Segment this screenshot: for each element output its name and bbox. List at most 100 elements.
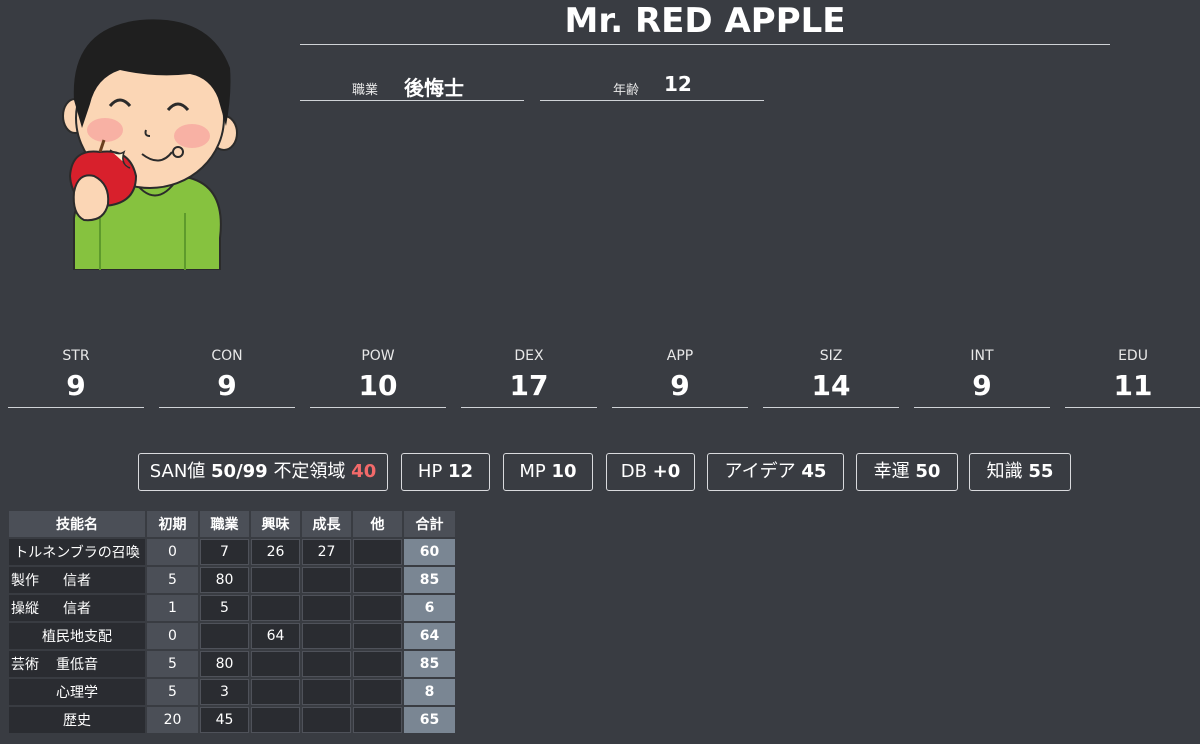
skill-growth-input[interactable] [302,567,351,593]
knowledge-pill[interactable]: 知識 55 [969,453,1071,491]
skill-row: 心理学 5 3 8 [9,679,455,705]
skill-job-input[interactable]: 5 [200,595,249,621]
skill-name: 歴史 [63,713,91,729]
skill-row: 植民地支配 0 64 64 [9,623,455,649]
skill-init: 20 [147,707,198,733]
header-init: 初期 [147,511,198,537]
skill-total: 8 [404,679,455,705]
skill-row: 操縦 信者 1 5 6 [9,595,455,621]
character-portrait [60,8,250,271]
skill-total: 6 [404,595,455,621]
mp-pill[interactable]: MP 10 [503,453,593,491]
skill-other-input[interactable] [353,707,402,733]
hp-pill[interactable]: HP 12 [401,453,490,491]
skill-name-cell: 製作 信者 [9,567,145,593]
skill-other-input[interactable] [353,539,402,565]
stat-con[interactable]: CON 9 [159,344,295,408]
skill-row: 歴史 20 45 65 [9,707,455,733]
header-total: 合計 [404,511,455,537]
indef-label: 不定領域 [273,461,346,482]
age-field[interactable]: 年齢 12 [540,70,764,101]
skills-header-row: 技能名 初期 職業 興味 成長 他 合計 [9,511,455,537]
skill-interest-input[interactable] [251,679,300,705]
stat-label: INT [970,348,994,364]
skill-init: 5 [147,567,198,593]
header-growth: 成長 [302,511,351,537]
skill-other-input[interactable] [353,595,402,621]
luck-pill[interactable]: 幸運 50 [856,453,958,491]
skill-category: 芸術 [11,657,39,673]
stat-edu[interactable]: EDU 11 [1065,344,1200,408]
skill-row: トルネンブラの召喚 0 7 26 27 60 [9,539,455,565]
skill-category: 製作 [11,573,39,589]
skill-interest-input[interactable] [251,595,300,621]
knowledge-label: 知識 [986,461,1023,482]
db-pill[interactable]: DB +0 [606,453,695,491]
skill-other-input[interactable] [353,567,402,593]
skill-other-input[interactable] [353,651,402,677]
skill-total: 60 [404,539,455,565]
stat-int[interactable]: INT 9 [914,344,1050,408]
skill-init: 0 [147,623,198,649]
skill-name-cell: 歴史 [9,707,145,733]
skill-job-input[interactable]: 80 [200,651,249,677]
skill-row: 製作 信者 5 80 85 [9,567,455,593]
hp-label: HP [417,461,443,482]
idea-pill[interactable]: アイデア 45 [707,453,844,491]
skill-interest-input[interactable]: 64 [251,623,300,649]
skill-name-cell: 植民地支配 [9,623,145,649]
skill-other-input[interactable] [353,679,402,705]
skill-init: 5 [147,679,198,705]
skill-interest-input[interactable] [251,707,300,733]
skill-growth-input[interactable] [302,595,351,621]
skill-job-input[interactable]: 45 [200,707,249,733]
db-label: DB [620,461,647,482]
stat-value: 9 [217,369,237,402]
occupation-field[interactable]: 職業 後悔士 [300,70,524,101]
skill-name-cell: 心理学 [9,679,145,705]
skill-init: 0 [147,539,198,565]
skill-job-input[interactable] [200,623,249,649]
skill-growth-input[interactable]: 27 [302,539,351,565]
header-other: 他 [353,511,402,537]
mp-value: 10 [551,461,577,482]
skill-growth-input[interactable] [302,651,351,677]
skill-job-input[interactable]: 7 [200,539,249,565]
skill-category: 操縦 [11,601,39,617]
skill-interest-input[interactable] [251,567,300,593]
skill-growth-input[interactable] [302,679,351,705]
stat-label: SIZ [819,348,843,364]
skill-init: 1 [147,595,198,621]
stat-str[interactable]: STR 9 [8,344,144,408]
skill-job-input[interactable]: 3 [200,679,249,705]
skill-total: 85 [404,651,455,677]
skill-interest-input[interactable]: 26 [251,539,300,565]
skill-total: 65 [404,707,455,733]
stat-dex[interactable]: DEX 17 [461,344,597,408]
skill-name-cell: 芸術 重低音 [9,651,145,677]
stat-value: 10 [358,369,398,402]
skill-interest-input[interactable] [251,651,300,677]
idea-label: アイデア [724,461,796,482]
skill-name: 心理学 [56,685,98,701]
age-value: 12 [664,72,692,96]
skill-name: 重低音 [56,657,98,673]
stat-label: POW [361,348,395,364]
skill-name: 植民地支配 [42,629,112,645]
san-label: SAN値 [149,461,206,482]
skill-job-input[interactable]: 80 [200,567,249,593]
san-pill[interactable]: SAN値 50/99 不定領域 40 [138,453,388,491]
stat-pow[interactable]: POW 10 [310,344,446,408]
stat-app[interactable]: APP 9 [612,344,748,408]
stat-label: EDU [1118,348,1148,364]
skill-growth-input[interactable] [302,707,351,733]
skill-total: 64 [404,623,455,649]
skill-name: トルネンブラの召喚 [14,545,140,561]
stat-label: STR [62,348,90,364]
skill-growth-input[interactable] [302,623,351,649]
san-value: 50/99 [211,461,268,482]
stat-siz[interactable]: SIZ 14 [763,344,899,408]
skill-other-input[interactable] [353,623,402,649]
stat-value: 9 [670,369,690,402]
skill-name: 信者 [63,601,91,617]
